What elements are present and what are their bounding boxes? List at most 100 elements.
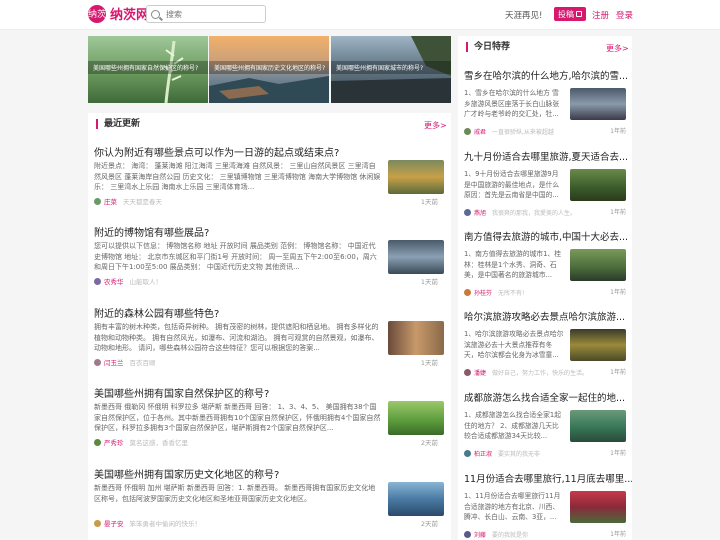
recommended-time: 1年前 — [610, 450, 626, 457]
article-thumbnail[interactable] — [388, 321, 444, 355]
recommended-thumbnail[interactable] — [570, 410, 626, 442]
avatar — [94, 438, 101, 446]
top-header: 纳茨 纳茨网 天涯再见! 投稿 注册 登录 — [0, 0, 720, 30]
article-title[interactable]: 附近的森林公园有哪些特色? — [94, 305, 444, 320]
recommended-item: 11月份适合去哪里旅行,11月底去哪里... 1、11月份适合去哪里旅行11月合… — [464, 471, 632, 539]
banner-caption: 美国哪些州拥有国家城市的称号? — [331, 61, 451, 74]
recommended-time: 1年前 — [610, 128, 626, 135]
submit-label: 投稿 — [558, 9, 574, 19]
recommended-excerpt: 1、成都旅游怎么找合适全家1起住的地方？ 2、成都旅游几天比较合适成都旅游34天… — [464, 411, 562, 440]
recommended-meta: 燕旭 我很爽的那我，我愛美的人生。 1年前 — [464, 207, 626, 217]
recommended-author[interactable]: 戚君 — [474, 127, 486, 136]
article-thumbnail[interactable] — [388, 160, 444, 194]
latest-more-link[interactable]: 更多> — [424, 120, 447, 131]
recommended-title[interactable]: 雪乡在哈尔滨的什么地方,哈尔滨的雪... — [464, 68, 632, 82]
recommended-item: 雪乡在哈尔滨的什么地方,哈尔滨的雪... 1、雪乡在哈尔滨的什么地方 雪乡旅游风… — [464, 68, 632, 136]
avatar — [464, 288, 471, 296]
author-signature: 要的我就是你 — [492, 531, 529, 539]
article-author[interactable]: 严秀珍 — [104, 437, 124, 447]
recommended-item: 成都旅游怎么找合适全家一起住的地... 1、成都旅游怎么找合适全家1起住的地方？… — [464, 390, 632, 458]
recommended-time: 1年前 — [610, 289, 626, 296]
article-thumbnail[interactable] — [388, 401, 444, 435]
latest-updates-panel: 最近更新 更多> 你认为附近有哪些景点可以作为一日游的起点或结束点? 附近景点：… — [88, 113, 451, 540]
avatar — [94, 277, 101, 285]
recommended-thumbnail[interactable] — [570, 88, 626, 120]
recommended-author[interactable]: 燕旭 — [474, 208, 486, 217]
recommended-meta: 孙桂芬 无所不有! 1年前 — [464, 287, 626, 297]
article-meta: 农秀华 山能取人！ 1天前 — [94, 276, 444, 286]
recommended-title[interactable]: 哈尔滨旅游攻略必去景点哈尔滨旅游... — [464, 309, 632, 323]
article-time: 1天前 — [420, 198, 438, 206]
latest-title: 最近更新 — [96, 119, 140, 129]
greeting-text: 天涯再见! — [505, 11, 543, 21]
banner-slide[interactable]: 美国哪些州拥有国家自然保护区的称号? — [88, 36, 208, 103]
article-title[interactable]: 美国哪些州拥有国家历史文化地区的称号? — [94, 466, 444, 481]
recommended-title[interactable]: 成都旅游怎么找合适全家一起住的地... — [464, 390, 632, 404]
recommended-item: 南方值得去旅游的城市,中国十大必去... 1、南方值得去旅游的城市1、桂林：桂林… — [464, 229, 632, 297]
article-time: 2天前 — [420, 520, 438, 528]
article-title[interactable]: 美国哪些州拥有国家自然保护区的称号? — [94, 385, 444, 400]
search-box — [146, 5, 266, 23]
article-author[interactable]: 晏子安 — [104, 518, 124, 528]
recommended-meta: 刘藤 要的我就是你 1年前 — [464, 529, 626, 539]
recommended-item: 哈尔滨旅游攻略必去景点哈尔滨旅游... 1、哈尔滨旅游攻略必去景点哈尔滨旅游必去… — [464, 309, 632, 377]
search-icon[interactable] — [151, 9, 160, 19]
article-excerpt: 拥有丰富的树木种类，包括奇异树种。 拥有茂密的树林，提供遮阳和栖息地。 拥有多样… — [94, 323, 379, 352]
banner-slide[interactable]: 美国哪些州拥有国家城市的称号? — [331, 36, 451, 103]
recommended-author[interactable]: 柏正淑 — [474, 449, 492, 458]
avatar — [464, 368, 471, 376]
author-signature: 我很爽的那我，我愛美的人生。 — [492, 209, 577, 217]
article-title[interactable]: 附近的博物馆有哪些展品? — [94, 224, 444, 239]
logo-mark: 纳茨 — [88, 4, 106, 23]
article-meta: 庄菜 天天都是春天 1天前 — [94, 196, 444, 206]
recommended-title[interactable]: 11月份适合去哪里旅行,11月底去哪里... — [464, 471, 632, 485]
author-signature: 无所不有! — [498, 289, 525, 297]
recommended-title[interactable]: 南方值得去旅游的城市,中国十大必去... — [464, 229, 632, 243]
article-meta: 严秀珍 莫名这感，香香忆里 2天前 — [94, 437, 444, 447]
article-thumbnail[interactable] — [388, 240, 444, 274]
recommended-time: 1年前 — [610, 209, 626, 216]
author-signature: 天天都是春天 — [123, 198, 162, 206]
article-author[interactable]: 农秀华 — [104, 276, 124, 286]
article-excerpt: 新墨西哥 怀俄明 加州 堪萨斯 新墨西哥 回答：1. 新墨西哥。 新墨西哥拥有国… — [94, 484, 376, 503]
login-link[interactable]: 登录 — [616, 9, 633, 21]
article-thumbnail[interactable] — [388, 482, 444, 516]
recommended-author[interactable]: 孙桂芬 — [474, 288, 492, 297]
avatar — [464, 127, 471, 135]
article-meta: 闫玉兰 百衣百顺 1天前 — [94, 357, 444, 367]
recommended-excerpt: 1、哈尔滨旅游攻略必去景点哈尔滨旅游必去十大景点推荐有冬天，哈尔滨都会化身为冰雪… — [464, 330, 564, 359]
article-author[interactable]: 闫玉兰 — [104, 357, 124, 367]
recommended-item: 九十月份适合去哪里旅游,夏天适合去... 1、9十月份适合去哪里旅游9月是中国旅… — [464, 149, 632, 217]
recommended-thumbnail[interactable] — [570, 249, 626, 281]
recommended-thumbnail[interactable] — [570, 169, 626, 201]
article-title[interactable]: 你认为附近有哪些景点可以作为一日游的起点或结束点? — [94, 144, 444, 159]
today-title: 今日特荐 — [466, 42, 510, 52]
register-link[interactable]: 注册 — [592, 9, 609, 21]
recommended-author[interactable]: 潘婕 — [474, 368, 486, 377]
author-signature: 山能取人！ — [129, 278, 163, 286]
recommended-title[interactable]: 九十月份适合去哪里旅游,夏天适合去... — [464, 149, 632, 163]
article-item: 美国哪些州拥有国家自然保护区的称号? 新墨西哥 俄勒冈 怀俄明 科罗拉多 堪萨斯… — [94, 385, 444, 447]
article-item: 你认为附近有哪些景点可以作为一日游的起点或结束点? 附近景点： 海湾： 蓬莱海滩… — [94, 144, 444, 206]
recommended-author[interactable]: 刘藤 — [474, 530, 486, 539]
submit-button[interactable]: 投稿 — [554, 7, 586, 21]
recommended-meta: 戚君 一直很骄纵,从来被超越 1年前 — [464, 126, 626, 136]
site-logo[interactable]: 纳茨 纳茨网 — [88, 4, 149, 23]
avatar — [464, 208, 471, 216]
search-input[interactable] — [166, 9, 256, 19]
avatar — [94, 197, 101, 205]
banner-slide[interactable]: 美国哪些州拥有国家历史文化地区的称号? — [209, 36, 329, 103]
article-excerpt: 附近景点： 海湾： 蓬莱海滩 阳江海湾 三里湾海滩 自然风景： 三里山自然风景区… — [94, 162, 381, 191]
author-signature: 一直很骄纵,从来被超越 — [492, 128, 554, 136]
site-name: 纳茨网 — [110, 8, 150, 23]
recommended-excerpt: 1、雪乡在哈尔滨的什么地方 雪乡旅游风景区座落于长白山脉张广才岭与老爷岭的交汇处… — [464, 89, 560, 118]
recommended-time: 1年前 — [610, 369, 626, 376]
article-author[interactable]: 庄菜 — [104, 196, 117, 206]
recommended-thumbnail[interactable] — [570, 329, 626, 361]
today-more-link[interactable]: 更多> — [606, 43, 629, 54]
author-signature: 莫名这感，香香忆里 — [129, 439, 189, 447]
author-signature: 做好自己，努力工作，快乐的生活。 — [492, 369, 589, 377]
article-item: 附近的博物馆有哪些展品? 您可以提供以下信息： 博物馆名称 地址 开放时间 展品… — [94, 224, 444, 286]
recommended-thumbnail[interactable] — [570, 491, 626, 523]
article-meta: 晏子安 笨笨勇者中偷闲的快乐！ 2天前 — [94, 518, 444, 528]
